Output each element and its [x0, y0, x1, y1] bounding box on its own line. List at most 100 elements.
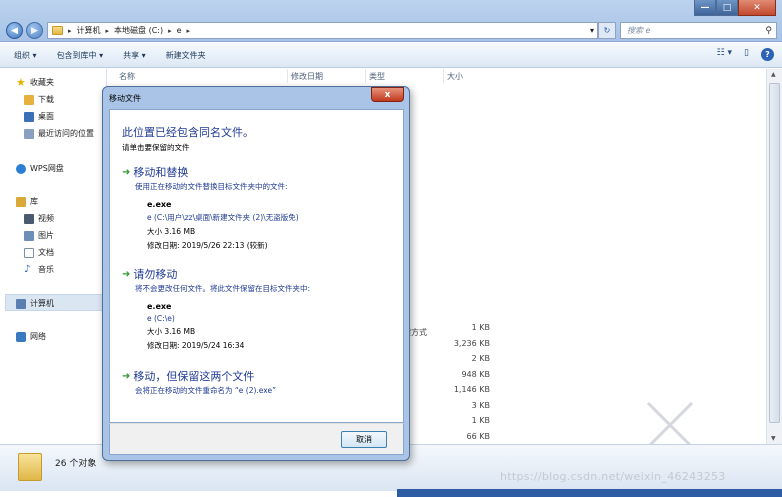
nav-libraries[interactable]: 库	[16, 196, 38, 207]
folder-icon	[18, 453, 42, 481]
preview-pane-icon[interactable]: ▯	[744, 48, 749, 61]
dialog-close-button[interactable]: x	[371, 87, 404, 102]
nav-favorites-label: 收藏夹	[30, 78, 54, 87]
breadcrumb-e[interactable]: e	[177, 26, 182, 35]
option-do-not-move[interactable]: ➜ 请勿移动 将不会更改任何文件。将此文件保留在目标文件夹中: e.exe e …	[122, 266, 310, 351]
option-description: 会将正在移动的文件重命名为 “e (2).exe”	[135, 386, 276, 395]
file-size: 1,146 KB	[453, 385, 490, 394]
refresh-icon[interactable]: ↻	[598, 22, 616, 39]
file-size: 大小 3.16 MB	[147, 327, 196, 336]
library-icon	[16, 196, 26, 207]
nav-recent-label: 最近访问的位置	[38, 129, 94, 138]
column-divider[interactable]	[443, 69, 444, 83]
move-file-dialog: 移动文件 x 此位置已经包含同名文件。 请单击要保留的文件 ➜ 移动和替换 使用…	[102, 86, 410, 461]
column-divider[interactable]	[287, 69, 288, 83]
nav-computer-label: 计算机	[30, 299, 54, 308]
file-modified: 修改日期: 2019/5/26 22:13 (较新)	[147, 241, 268, 250]
address-bar[interactable]: ▸ 计算机 ▸ 本地磁盘 (C:) ▸ e ▸ ▾	[47, 22, 598, 39]
file-size: 3 KB	[471, 400, 490, 410]
file-path: e (C:\用户\zz\桌面\新建文件夹 (2)\无盗版免)	[147, 213, 299, 222]
video-icon	[24, 213, 34, 224]
file-size: 3,236 KB	[453, 338, 490, 348]
nav-desktop[interactable]: 桌面	[24, 111, 54, 122]
scroll-down-icon[interactable]: ▼	[771, 435, 776, 442]
nav-videos[interactable]: 视频	[24, 213, 54, 224]
command-bar: 组织 ▾ 包含到库中 ▾ 共享 ▾ 新建文件夹 ☷ ▾ ▯ ?	[0, 43, 782, 68]
column-divider[interactable]	[365, 69, 366, 83]
chevron-right-icon[interactable]: ▸	[68, 27, 72, 35]
chevron-down-icon[interactable]: ▾	[590, 26, 594, 35]
maximize-button[interactable]: □	[716, 0, 738, 16]
nav-computer[interactable]: 计算机	[16, 298, 54, 309]
nav-network[interactable]: 网络	[16, 331, 46, 342]
nav-music-label: 音乐	[38, 265, 54, 274]
nav-documents[interactable]: 文档	[24, 247, 54, 258]
cancel-button[interactable]: 取消	[341, 431, 387, 448]
column-header-name[interactable]: 名称	[119, 71, 135, 82]
option-title[interactable]: 移动，但保留这两个文件	[133, 368, 254, 384]
file-modified: 修改日期: 2019/5/24 16:34	[147, 341, 245, 350]
include-in-library-button[interactable]: 包含到库中 ▾	[57, 50, 104, 61]
chevron-right-icon[interactable]: ▸	[187, 27, 191, 35]
option-title[interactable]: 请勿移动	[133, 266, 177, 282]
network-icon	[16, 331, 26, 342]
scroll-up-icon[interactable]: ▲	[771, 71, 776, 78]
file-info: e.exe e (C:\用户\zz\桌面\新建文件夹 (2)\无盗版免) 大小 …	[147, 200, 299, 251]
forward-arrow-icon[interactable]: ▶	[26, 22, 43, 39]
nav-recent[interactable]: 最近访问的位置	[24, 128, 94, 139]
file-size: 大小 3.16 MB	[147, 227, 196, 236]
option-description: 使用正在移动的文件替换目标文件夹中的文件:	[135, 182, 288, 191]
nav-desktop-label: 桌面	[38, 112, 54, 121]
view-options-icon[interactable]: ☷ ▾	[717, 48, 732, 61]
organize-button[interactable]: 组织 ▾	[14, 50, 37, 61]
nav-videos-label: 视频	[38, 214, 54, 223]
minimize-button[interactable]: —	[694, 0, 716, 16]
option-title[interactable]: 移动和替换	[133, 164, 188, 180]
option-move-keep-both[interactable]: ➜ 移动，但保留这两个文件 会将正在移动的文件重命名为 “e (2).exe”	[122, 368, 276, 396]
search-icon[interactable]: ⚲	[765, 24, 772, 39]
file-size: 1 KB	[471, 416, 490, 425]
column-header-type[interactable]: 类型	[369, 71, 385, 82]
dialog-instruction: 请单击要保留的文件	[122, 143, 190, 152]
share-button[interactable]: 共享 ▾	[123, 50, 146, 61]
dialog-footer: 取消	[109, 423, 404, 455]
file-size: 2 KB	[471, 354, 490, 363]
nav-pictures-label: 图片	[38, 231, 54, 240]
downloads-folder-icon	[24, 94, 34, 105]
vertical-scrollbar[interactable]: ▲ ▼	[766, 69, 782, 444]
new-folder-button[interactable]: 新建文件夹	[166, 50, 206, 61]
dialog-headline: 此位置已经包含同名文件。	[122, 126, 254, 139]
breadcrumb-computer[interactable]: 计算机	[77, 25, 101, 36]
nav-network-label: 网络	[30, 332, 46, 341]
file-info: e.exe e (C:\e) 大小 3.16 MB 修改日期: 2019/5/2…	[147, 302, 310, 351]
file-size: 1 KB	[471, 323, 490, 332]
file-path: e (C:\e)	[147, 314, 175, 323]
nav-wps-label: WPS网盘	[30, 164, 64, 173]
nav-favorites[interactable]: ★ 收藏夹	[16, 77, 54, 88]
back-arrow-icon[interactable]: ◀	[6, 22, 23, 39]
help-icon[interactable]: ?	[761, 48, 774, 61]
green-arrow-icon: ➜	[122, 268, 131, 280]
green-arrow-icon: ➜	[122, 166, 131, 178]
file-name: e.exe	[147, 302, 172, 311]
file-name: e.exe	[147, 200, 172, 209]
taskbar	[397, 489, 782, 497]
green-arrow-icon: ➜	[122, 370, 131, 382]
option-move-and-replace[interactable]: ➜ 移动和替换 使用正在移动的文件替换目标文件夹中的文件: e.exe e (C…	[122, 164, 299, 251]
item-count: 26 个对象	[55, 459, 97, 469]
column-header-modified[interactable]: 修改日期	[291, 71, 323, 82]
music-icon: ♪	[24, 263, 31, 275]
breadcrumb-drive-c[interactable]: 本地磁盘 (C:)	[114, 25, 163, 36]
nav-wps-cloud[interactable]: WPS网盘	[16, 163, 64, 174]
scrollbar-thumb[interactable]	[769, 83, 780, 423]
computer-icon	[16, 298, 26, 309]
nav-music[interactable]: ♪ 音乐	[24, 264, 54, 275]
column-header-size[interactable]: 大小	[447, 71, 463, 82]
chevron-right-icon[interactable]: ▸	[106, 27, 110, 35]
nav-downloads[interactable]: 下载	[24, 94, 54, 105]
search-input[interactable]: 搜索 e ⚲	[620, 22, 777, 39]
chevron-right-icon[interactable]: ▸	[168, 27, 172, 35]
nav-pictures[interactable]: 图片	[24, 230, 54, 241]
close-window-button[interactable]: ✕	[738, 0, 776, 16]
option-description: 将不会更改任何文件。将此文件保留在目标文件夹中:	[135, 284, 311, 293]
